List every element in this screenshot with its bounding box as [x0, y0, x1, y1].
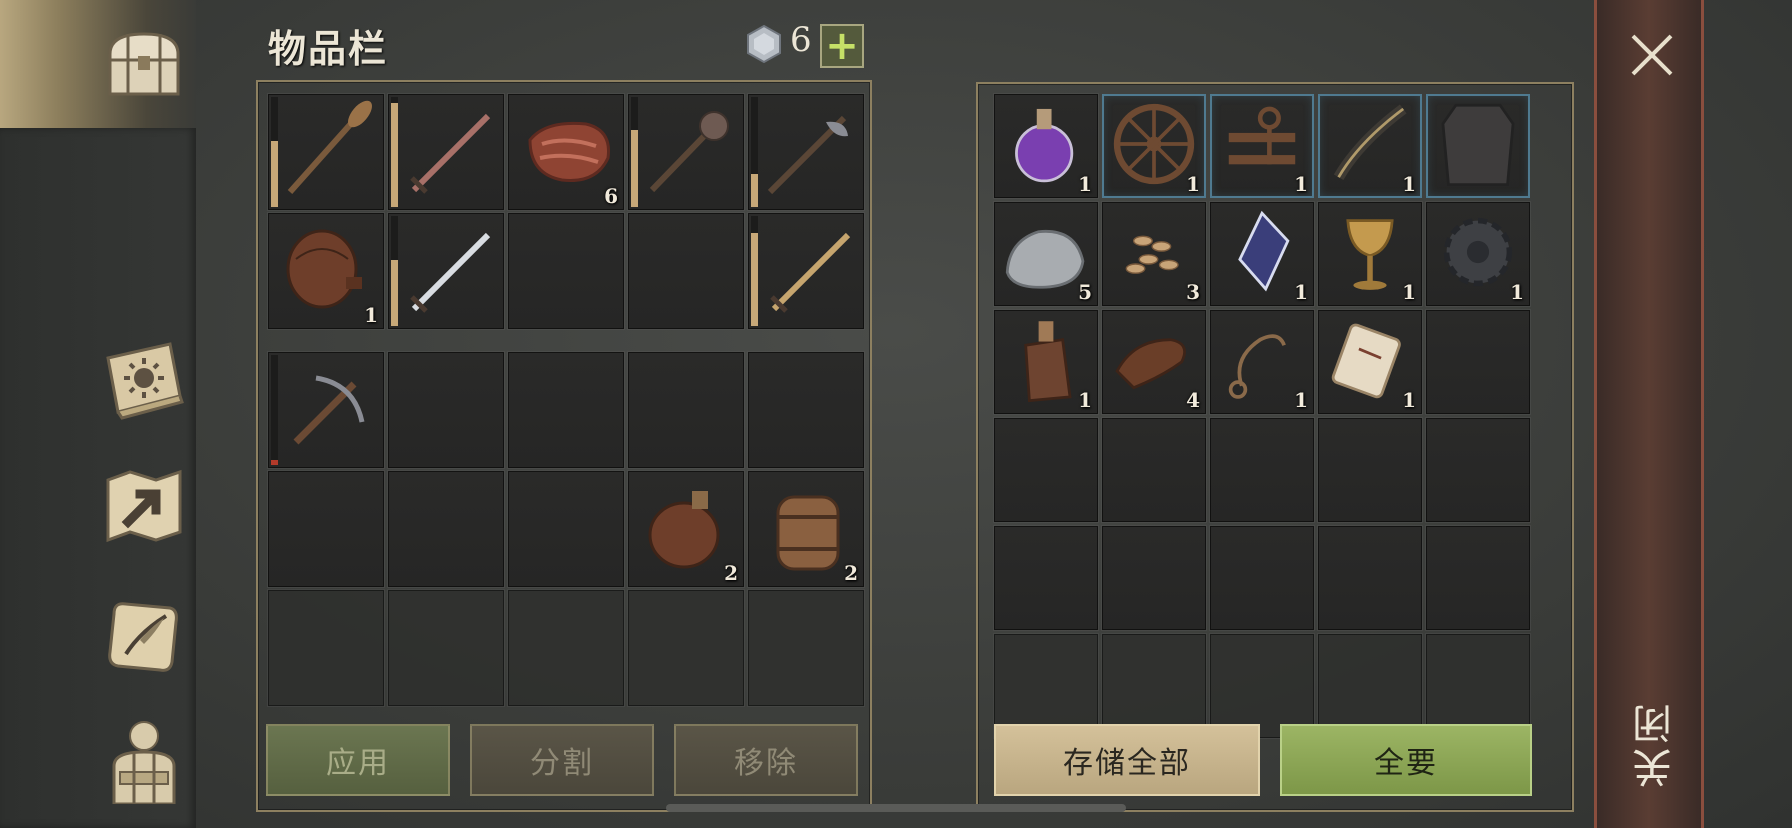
slot-sword[interactable]: [388, 94, 504, 210]
slot-scroll[interactable]: 1: [1318, 310, 1422, 414]
empty-slot[interactable]: [508, 352, 624, 468]
slot-stone[interactable]: 5: [994, 202, 1098, 306]
item-count: 5: [1078, 280, 1092, 304]
slot-gear[interactable]: 1: [1426, 202, 1530, 306]
item-count: 2: [844, 561, 858, 585]
empty-slot[interactable]: [628, 590, 744, 706]
item-count: 1: [1402, 388, 1416, 412]
silver-coin-icon: [747, 24, 781, 64]
close-panel[interactable]: 关闭: [1594, 0, 1704, 828]
item-count: 1: [1510, 280, 1524, 304]
slot-waterskin[interactable]: 1: [268, 213, 384, 329]
slot-potion[interactable]: 1: [994, 94, 1098, 198]
slot-seeds[interactable]: 3: [1102, 202, 1206, 306]
crossbow-icon: [293, 375, 365, 445]
item-count: 3: [1186, 280, 1200, 304]
slot-wheel[interactable]: 1: [1102, 94, 1206, 198]
empty-slot[interactable]: [268, 590, 384, 706]
halberd-icon: [767, 115, 848, 195]
empty-slot[interactable]: [1318, 526, 1422, 630]
slot-leather[interactable]: 4: [1102, 310, 1206, 414]
empty-slot[interactable]: [1210, 526, 1314, 630]
item-count: 2: [724, 561, 738, 585]
item-count: 1: [1078, 172, 1092, 196]
empty-slot[interactable]: [508, 590, 624, 706]
empty-slot[interactable]: [388, 471, 504, 587]
sword-icon: [410, 113, 491, 194]
empty-slot[interactable]: [748, 590, 864, 706]
item-count: 1: [1078, 388, 1092, 412]
character-icon[interactable]: [96, 712, 192, 808]
slot-mace[interactable]: [628, 94, 744, 210]
empty-slot[interactable]: [508, 213, 624, 329]
slot-goblet[interactable]: 1: [1318, 202, 1422, 306]
gold-sword-icon: [770, 232, 851, 313]
close-label[interactable]: 关闭: [1627, 700, 1679, 788]
empty-slot[interactable]: [1210, 634, 1314, 738]
remove-button[interactable]: 移除: [674, 724, 858, 796]
take-all-button[interactable]: 全要: [1280, 724, 1532, 796]
empty-slot[interactable]: [1318, 418, 1422, 522]
item-count: 1: [1294, 172, 1308, 196]
chest-icon[interactable]: [96, 16, 192, 112]
slot-steel-sword[interactable]: [388, 213, 504, 329]
sidebar: [0, 0, 196, 828]
empty-slot[interactable]: [994, 418, 1098, 522]
inventory-title: 物品栏: [268, 27, 389, 71]
apply-button[interactable]: 应用: [266, 724, 450, 796]
empty-slot[interactable]: [1426, 310, 1530, 414]
slot-bow-limb[interactable]: 1: [1318, 94, 1422, 198]
empty-slot[interactable]: [994, 526, 1098, 630]
slot-barrel[interactable]: 2: [748, 471, 864, 587]
item-count: 1: [1294, 388, 1308, 412]
sun-book-icon[interactable]: [96, 330, 192, 426]
empty-slot[interactable]: [994, 634, 1098, 738]
scrollbar[interactable]: [666, 804, 1126, 812]
empty-slot[interactable]: [1102, 634, 1206, 738]
map-icon[interactable]: [96, 458, 192, 554]
empty-slot[interactable]: [388, 352, 504, 468]
slot-halberd[interactable]: [748, 94, 864, 210]
quill-scroll-icon[interactable]: [96, 588, 192, 684]
empty-slot[interactable]: [628, 213, 744, 329]
slot-flask[interactable]: 2: [628, 471, 744, 587]
empty-slot[interactable]: [1426, 634, 1530, 738]
item-count: 1: [364, 303, 378, 327]
item-count: 1: [1186, 172, 1200, 196]
empty-slot[interactable]: [1102, 418, 1206, 522]
add-currency-button[interactable]: +: [820, 24, 864, 68]
empty-slot[interactable]: [268, 471, 384, 587]
split-button[interactable]: 分割: [470, 724, 654, 796]
slot-rope[interactable]: 1: [1210, 310, 1314, 414]
empty-slot[interactable]: [1102, 526, 1206, 630]
slot-chainmail[interactable]: [1426, 94, 1530, 198]
empty-slot[interactable]: [628, 352, 744, 468]
steel-sword-icon: [410, 232, 491, 313]
currency-count: 6: [790, 20, 812, 60]
empty-slot[interactable]: [748, 352, 864, 468]
empty-slot[interactable]: [1318, 634, 1422, 738]
slot-bottle[interactable]: 1: [994, 310, 1098, 414]
slot-crossbow[interactable]: [268, 352, 384, 468]
empty-slot[interactable]: [508, 471, 624, 587]
empty-slot[interactable]: [1426, 418, 1530, 522]
chainmail-icon: [1441, 103, 1515, 186]
slot-gold-sword[interactable]: [748, 213, 864, 329]
slot-meat[interactable]: 6: [508, 94, 624, 210]
slot-ballista-part[interactable]: 1: [1210, 94, 1314, 198]
item-count: 4: [1186, 388, 1200, 412]
item-count: 1: [1294, 280, 1308, 304]
slot-oar[interactable]: [268, 94, 384, 210]
close-icon[interactable]: [1625, 28, 1679, 82]
item-count: 6: [604, 184, 618, 208]
slot-crystal[interactable]: 1: [1210, 202, 1314, 306]
item-count: 1: [1402, 172, 1416, 196]
mace-icon: [649, 111, 729, 193]
item-count: 1: [1402, 280, 1416, 304]
oar-icon: [287, 100, 372, 194]
empty-slot[interactable]: [1426, 526, 1530, 630]
empty-slot[interactable]: [1210, 418, 1314, 522]
store-all-button[interactable]: 存储全部: [994, 724, 1260, 796]
empty-slot[interactable]: [388, 590, 504, 706]
